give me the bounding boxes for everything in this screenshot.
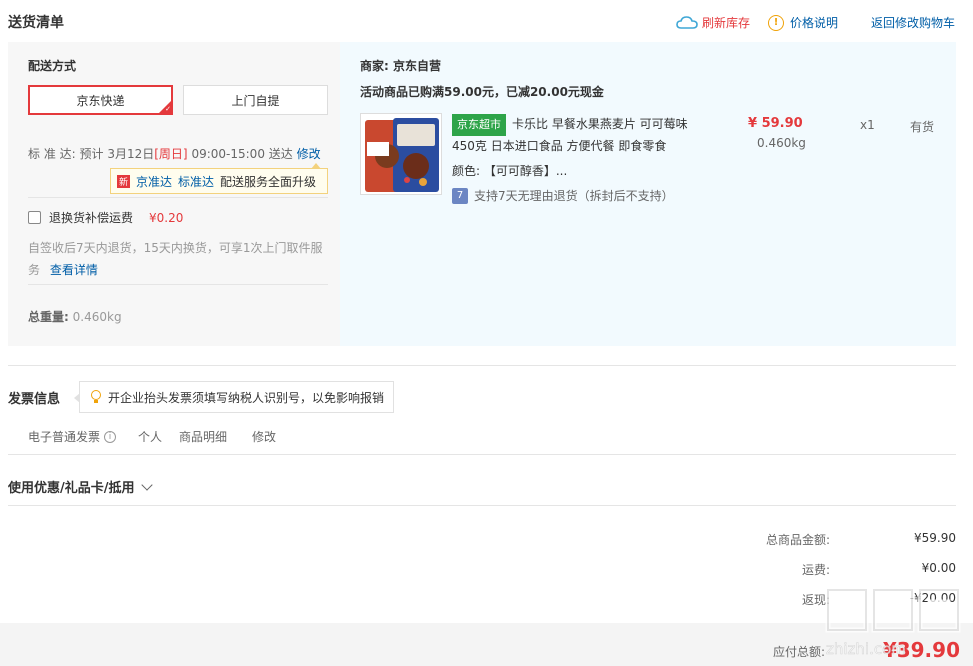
return-insurance-label: 退换货补偿运费: [49, 211, 134, 225]
return-insurance-row[interactable]: 退换货补偿运费 ¥0.20: [28, 209, 183, 226]
invoice-title-type: 个人: [138, 430, 163, 444]
return-note: 自签收后7天内退货，15天内换货，可享1次上门取件服务 查看详情: [28, 237, 328, 281]
invoice-title: 发票信息: [8, 392, 61, 407]
jd-express-label: 京东快递: [76, 93, 125, 108]
product-weight: 0.460kg: [757, 136, 806, 150]
chevron-down-icon: [140, 478, 153, 491]
payable-value: ¥39.90: [882, 638, 960, 662]
bzd-link[interactable]: 标准达: [178, 173, 214, 190]
self-pickup-label: 上门自提: [231, 93, 280, 108]
product-quantity: x1: [860, 118, 875, 132]
price-note-link[interactable]: ! 价格说明: [768, 14, 838, 31]
upgrade-text: 配送服务全面升级: [220, 174, 317, 189]
goods-total-value: ¥59.90: [914, 531, 956, 545]
refresh-stock-link[interactable]: 刷新库存: [676, 14, 750, 31]
seven-day-return-icon: 7: [452, 187, 468, 204]
selected-check-icon: [159, 101, 171, 113]
divider: [28, 197, 328, 198]
warning-icon: !: [768, 14, 784, 31]
std-prefix: 标 准 达:: [28, 147, 76, 161]
promo-text: 活动商品已购满59.00元，已减20.00元现金: [360, 85, 604, 99]
refresh-stock-label: 刷新库存: [702, 16, 751, 30]
invoice-type-text: 电子普通发票: [28, 430, 101, 444]
coupon-label: 使用优惠/礼品卡/抵用: [8, 481, 135, 496]
invoice-tip: 开企业抬头发票须填写纳税人识别号，以免影响报销: [74, 381, 394, 413]
divider: [28, 284, 328, 285]
shipping-fee-value: ¥0.00: [921, 561, 956, 575]
delivery-time-row: 标 准 达: 预计 3月12日[周日] 09:00-15:00 送达 修改: [28, 145, 321, 162]
jd-supermarket-tag: 京东超市: [452, 114, 506, 136]
divider: [8, 365, 956, 366]
invoice-tip-text: 开企业抬头发票须填写纳税人识别号，以免影响报销: [108, 390, 385, 405]
product-image[interactable]: [360, 113, 442, 195]
self-pickup-option[interactable]: 上门自提: [183, 85, 328, 115]
weight-label: 总重量:: [28, 310, 69, 324]
delivery-upgrade-tip: 新 京准达 标准达 配送服务全面升级: [110, 163, 328, 194]
jd-express-option[interactable]: 京东快递: [28, 85, 173, 115]
coupon-toggle[interactable]: 使用优惠/礼品卡/抵用: [8, 477, 153, 496]
stock-status: 有货: [910, 120, 935, 134]
return-policy: 7 支持7天无理由退货（拆封后不支持）: [452, 187, 674, 204]
price-note-label: 价格说明: [790, 16, 839, 30]
std-date: 预计 3月12日: [79, 147, 155, 161]
rebate-value: -¥20.00: [909, 591, 956, 605]
merchant-name: 商家: 京东自营: [360, 59, 441, 73]
shipping-method-label: 配送方式: [28, 59, 77, 73]
total-weight: 总重量: 0.460kg: [28, 308, 122, 325]
invoice-type: 电子普通发票 i: [28, 428, 117, 445]
lightbulb-icon: [90, 390, 102, 404]
view-details-link[interactable]: 查看详情: [50, 263, 98, 277]
back-to-cart-link[interactable]: 返回修改购物车: [871, 14, 955, 31]
payable-label: 应付总额:: [772, 645, 825, 659]
page-title: 送货清单: [8, 15, 64, 31]
product-price: ¥ 59.90: [748, 116, 803, 131]
weight-value: 0.460kg: [72, 310, 122, 324]
cereal-bag-icon: [365, 118, 439, 192]
std-window: 09:00-15:00 送达: [191, 147, 293, 161]
std-weekday: [周日]: [154, 147, 188, 161]
shipping-fee-label: 运费:: [801, 563, 830, 577]
jzd-link[interactable]: 京准达: [136, 173, 172, 190]
invoice-content: 商品明细: [179, 430, 228, 444]
cloud-refresh-icon: [676, 15, 698, 29]
rebate-label: 返现:: [801, 593, 830, 607]
invoice-modify-link[interactable]: 修改: [252, 428, 276, 445]
return-policy-text: 支持7天无理由退货（拆封后不支持）: [474, 189, 674, 203]
goods-total-label: 总商品金额:: [765, 533, 830, 547]
return-insurance-price: ¥0.20: [149, 210, 184, 225]
divider: [8, 454, 956, 455]
info-icon[interactable]: i: [104, 430, 117, 443]
product-name[interactable]: 京东超市 卡乐比 早餐水果燕麦片 可可莓味450克 日本进口食品 方便代餐 即食零…: [452, 114, 692, 156]
modify-delivery-link[interactable]: 修改: [297, 147, 321, 161]
checkout-bar: [0, 623, 973, 666]
product-color: 颜色: 【可可醇香】...: [452, 164, 568, 178]
divider: [8, 505, 956, 506]
new-badge: 新: [117, 174, 130, 188]
return-insurance-checkbox[interactable]: [28, 211, 41, 224]
